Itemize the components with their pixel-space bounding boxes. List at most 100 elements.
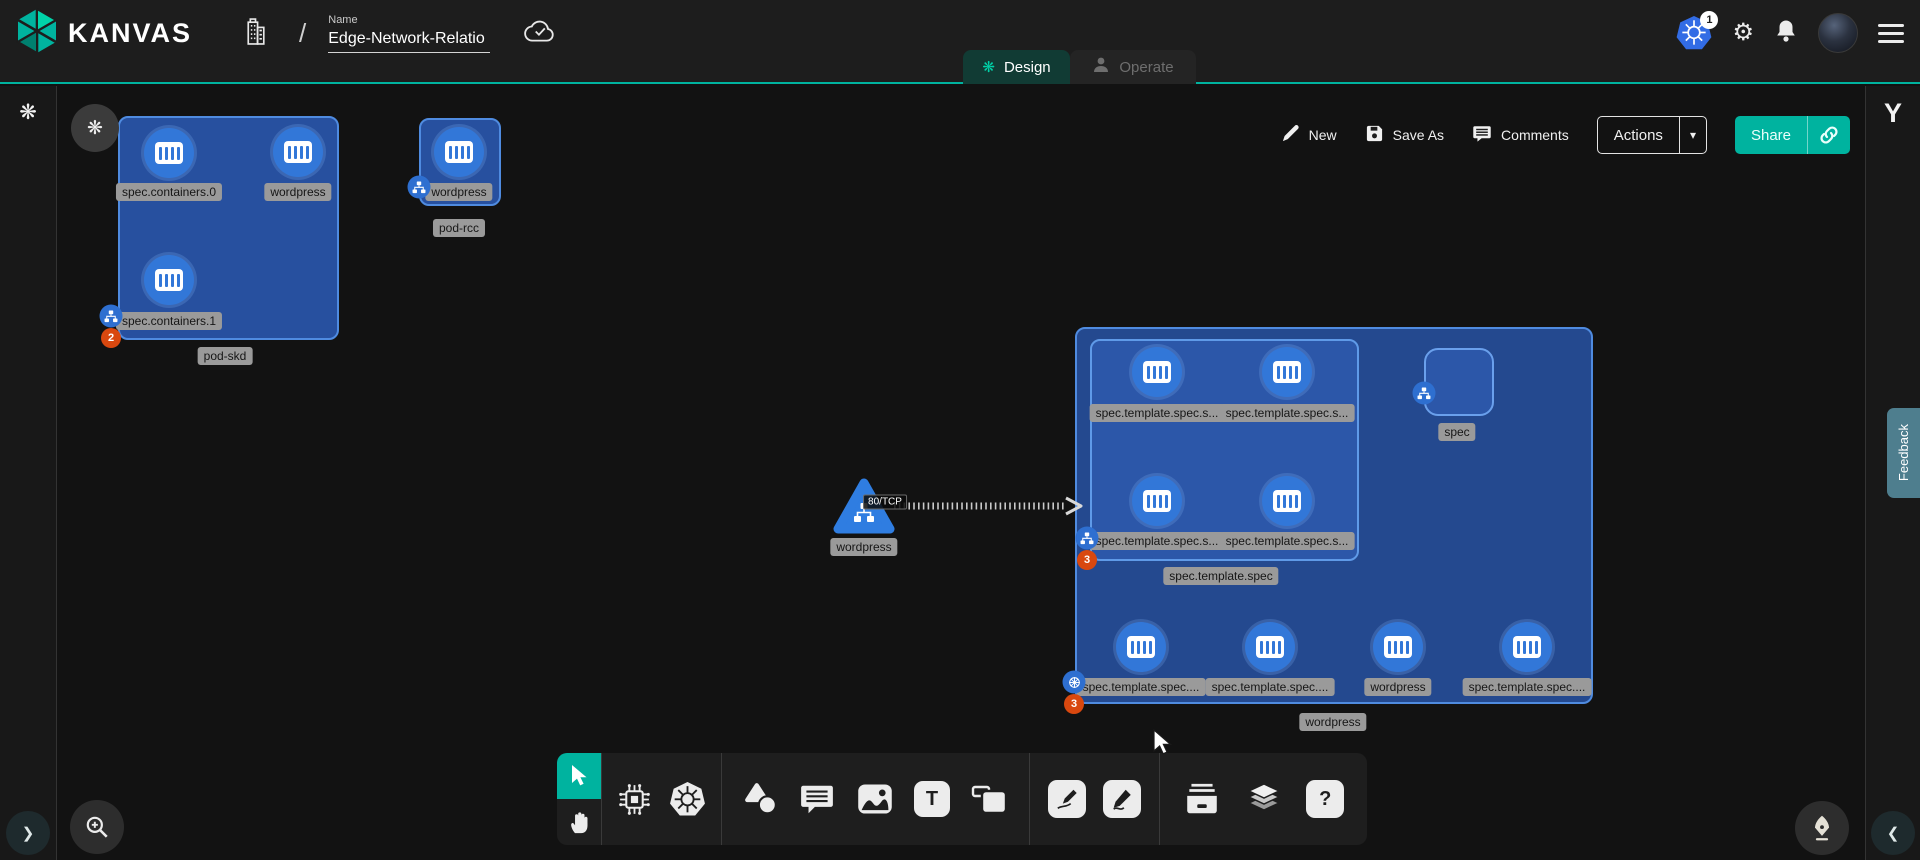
node-wordpress-pod-rcc[interactable] [434,127,484,177]
actions-caret-button[interactable]: ▾ [1679,117,1706,153]
pan-tool-button[interactable] [557,799,601,845]
node-label: spec.containers.1 [116,312,222,330]
node-deploy-container-1[interactable] [1245,622,1295,672]
app-header: KANVAS / Name [0,0,1920,84]
save-as-button[interactable]: Save As [1365,124,1444,146]
hand-icon [568,809,591,835]
group-relationship-badge[interactable] [100,305,123,328]
container-icon [155,269,183,291]
node-label: wordpress [264,183,331,201]
tab-design[interactable]: ❋ Design [963,50,1070,84]
group-spec-template-spec[interactable] [1090,339,1359,561]
group-count-badge[interactable]: 3 [1064,694,1084,714]
layers-tool-button[interactable] [1244,781,1284,817]
node-label: spec.template.spec.s... [1090,404,1225,422]
group-relationship-badge[interactable] [1063,671,1086,694]
comment-icon [1472,124,1492,146]
organization-icon[interactable] [242,16,269,50]
node-template-container-1[interactable] [1262,347,1312,397]
zoom-control-button[interactable] [70,800,124,854]
collapsed-node[interactable]: ❋ [71,104,119,152]
menu-hamburger-icon[interactable] [1878,24,1904,43]
node-spec-containers-0[interactable] [144,128,194,178]
node-deploy-container-3[interactable] [1502,622,1552,672]
k8s-context-switcher[interactable]: 1 [1676,15,1712,51]
feedback-tab[interactable]: Feedback [1887,408,1920,498]
k8s-context-count-badge: 1 [1700,11,1718,29]
group-relationship-badge[interactable] [408,176,431,199]
whiteboard-pen-button[interactable] [1795,801,1849,855]
operate-person-icon [1092,56,1110,78]
group-label-spec-template-spec: spec.template.spec [1163,567,1278,585]
design-name-input[interactable] [328,28,490,53]
cursor-icon [569,764,589,788]
container-icon [445,141,473,163]
node-relationship-badge[interactable] [1413,382,1436,405]
select-tool-button[interactable] [557,753,601,799]
expand-left-panel-button[interactable]: ❯ [6,811,50,855]
design-action-toolbar: New Save As Comments Actions ▾ Share [1281,116,1850,154]
freehand-tool-button[interactable] [1103,780,1141,818]
right-rail: Y Feedback ❮ [1865,86,1920,860]
comments-button[interactable]: Comments [1472,124,1569,146]
actions-split-button[interactable]: Actions ▾ [1597,116,1707,154]
group-relationship-badge[interactable] [1076,527,1099,550]
kubernetes-tool-button[interactable] [668,780,707,819]
node-wordpress-pod-skd[interactable] [273,127,323,177]
node-spec[interactable] [1424,348,1494,416]
drawer-tool-button[interactable] [1183,781,1221,817]
node-label: wordpress [1364,678,1431,696]
node-label: spec.template.spec.... [1463,678,1592,696]
copy-link-button[interactable] [1807,116,1850,154]
tools-dock: T [557,753,1367,845]
node-deploy-container-2[interactable] [1373,622,1423,672]
group-count-badge[interactable]: 3 [1077,550,1097,570]
settings-gear-icon[interactable]: ⚙ [1732,21,1754,45]
node-label: spec.template.spec.s... [1090,532,1225,550]
collapse-right-panel-button[interactable]: ❮ [1871,811,1915,855]
node-template-container-0[interactable] [1132,347,1182,397]
chip-icon [616,781,653,818]
node-label: spec.template.spec.... [1077,678,1206,696]
node-template-container-3[interactable] [1262,476,1312,526]
comment-tool-button[interactable] [799,783,835,816]
container-icon [155,142,183,164]
help-tool-button[interactable]: ? [1306,780,1344,818]
new-button[interactable]: New [1281,124,1337,146]
shapes-tool-button[interactable] [743,782,779,816]
design-name-field: Name [328,14,490,53]
design-name-label: Name [328,14,490,26]
note-tool-button[interactable] [971,782,1009,816]
shapes-icon [743,782,779,816]
notifications-bell-icon[interactable] [1774,18,1798,49]
link-icon [1818,124,1840,146]
node-spec-containers-1[interactable] [144,255,194,305]
sitemap-icon [1081,532,1094,544]
group-count-badge[interactable]: 2 [101,328,121,348]
image-tool-button[interactable] [856,782,894,816]
node-deploy-container-0[interactable] [1116,622,1166,672]
marker-icon [1103,780,1141,818]
pen-tool-icon [1048,780,1086,818]
components-tool-button[interactable] [616,781,653,818]
container-icon [1127,636,1155,658]
meshery-spiral-icon: ❋ [19,100,37,125]
tab-operate[interactable]: Operate [1070,50,1196,84]
user-avatar[interactable] [1818,13,1858,53]
chevron-left-icon: ❮ [1887,824,1900,842]
text-tool-button[interactable]: T [914,781,950,817]
help-icon: ? [1306,780,1344,818]
actions-label[interactable]: Actions [1598,117,1679,153]
share-label[interactable]: Share [1735,116,1807,154]
edge-service-to-deployment[interactable] [888,494,1088,518]
group-label-pod-rcc: pod-rcc [433,219,485,237]
node-template-container-2[interactable] [1132,476,1182,526]
drawer-icon [1183,781,1221,817]
pen-tool-button[interactable] [1048,780,1086,818]
tab-operate-label: Operate [1119,59,1173,76]
sitemap-icon [105,310,118,322]
container-icon [1256,636,1284,658]
group-label-pod-skd: pod-skd [198,347,253,365]
share-split-button[interactable]: Share [1735,116,1850,154]
sitemap-icon [413,181,426,193]
